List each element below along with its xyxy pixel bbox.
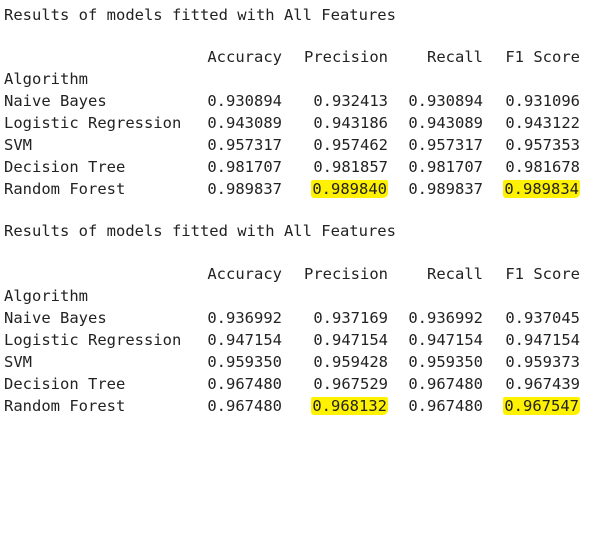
column-header: F1 Score bbox=[505, 48, 580, 66]
index-name: Algorithm bbox=[4, 70, 88, 88]
cell-value: 0.936992 bbox=[207, 309, 282, 327]
cell-value-highlighted: 0.989840 bbox=[290, 178, 388, 200]
row-label: Random Forest bbox=[4, 397, 126, 415]
cell-value: 0.967439 bbox=[505, 375, 580, 393]
column-header-row: Accuracy Precision Recall F1 Score bbox=[0, 263, 601, 285]
cell-value: 0.981678 bbox=[505, 158, 580, 176]
table-row: Random Forest 0.967480 0.968132 0.967480… bbox=[0, 395, 601, 417]
cell-value: 0.930894 bbox=[207, 92, 282, 110]
cell-value: 0.947154 bbox=[207, 331, 282, 349]
cell-value: 0.932413 bbox=[313, 92, 388, 110]
cell-value: 0.981707 bbox=[207, 158, 282, 176]
cell-value: 0.989837 bbox=[207, 180, 282, 198]
cell-value: 0.967529 bbox=[313, 375, 388, 393]
cell-value: 0.943186 bbox=[313, 114, 388, 132]
cell-value: 0.967480 bbox=[408, 397, 483, 415]
column-header: Accuracy bbox=[207, 48, 282, 66]
column-header: F1 Score bbox=[505, 265, 580, 283]
cell-value: 0.957317 bbox=[207, 136, 282, 154]
table-row: SVM 0.959350 0.959428 0.959350 0.959373 bbox=[0, 351, 601, 373]
cell-value: 0.989837 bbox=[408, 180, 483, 198]
cell-value: 0.957353 bbox=[505, 136, 580, 154]
column-header: Precision bbox=[304, 265, 388, 283]
highlight-marker: 0.989840 bbox=[311, 180, 388, 198]
highlight-marker: 0.967547 bbox=[503, 397, 580, 415]
table-row: Logistic Regression 0.947154 0.947154 0.… bbox=[0, 329, 601, 351]
cell-value: 0.957317 bbox=[408, 136, 483, 154]
row-label: SVM bbox=[4, 353, 32, 371]
row-label: Naive Bayes bbox=[4, 92, 107, 110]
cell-value-highlighted: 0.989834 bbox=[490, 178, 580, 200]
table-title: Results of models fitted with All Featur… bbox=[4, 222, 396, 240]
cell-value: 0.981707 bbox=[408, 158, 483, 176]
table-row: Decision Tree 0.967480 0.967529 0.967480… bbox=[0, 373, 601, 395]
row-label: Random Forest bbox=[4, 180, 126, 198]
cell-value: 0.930894 bbox=[408, 92, 483, 110]
cell-value: 0.936992 bbox=[408, 309, 483, 327]
cell-value: 0.947154 bbox=[408, 331, 483, 349]
highlight-marker: 0.989834 bbox=[503, 180, 580, 198]
cell-value-highlighted: 0.967547 bbox=[490, 395, 580, 417]
row-label: Logistic Regression bbox=[4, 331, 182, 349]
cell-value: 0.967480 bbox=[408, 375, 483, 393]
cell-value: 0.959350 bbox=[207, 353, 282, 371]
output-page: Results of models fitted with All Featur… bbox=[0, 0, 601, 421]
column-header: Recall bbox=[427, 48, 483, 66]
row-label: Decision Tree bbox=[4, 375, 126, 393]
table-row: Naive Bayes 0.936992 0.937169 0.936992 0… bbox=[0, 307, 601, 329]
cell-value: 0.931096 bbox=[505, 92, 580, 110]
cell-value: 0.981857 bbox=[313, 158, 388, 176]
cell-value: 0.959428 bbox=[313, 353, 388, 371]
table-row: Random Forest 0.989837 0.989840 0.989837… bbox=[0, 178, 601, 200]
cell-value: 0.943089 bbox=[408, 114, 483, 132]
cell-value: 0.943089 bbox=[207, 114, 282, 132]
cell-value: 0.967480 bbox=[207, 397, 282, 415]
table-row: SVM 0.957317 0.957462 0.957317 0.957353 bbox=[0, 134, 601, 156]
table-row: Naive Bayes 0.930894 0.932413 0.930894 0… bbox=[0, 90, 601, 112]
table-row: Decision Tree 0.981707 0.981857 0.981707… bbox=[0, 156, 601, 178]
cell-value: 0.937169 bbox=[313, 309, 388, 327]
column-header-row: Accuracy Precision Recall F1 Score bbox=[0, 46, 601, 68]
cell-value: 0.959350 bbox=[408, 353, 483, 371]
index-name: Algorithm bbox=[4, 287, 88, 305]
column-header: Precision bbox=[304, 48, 388, 66]
row-label: SVM bbox=[4, 136, 32, 154]
row-label: Logistic Regression bbox=[4, 114, 182, 132]
cell-value: 0.943122 bbox=[505, 114, 580, 132]
cell-value: 0.967480 bbox=[207, 375, 282, 393]
highlight-marker: 0.968132 bbox=[311, 397, 388, 415]
row-label: Naive Bayes bbox=[4, 309, 107, 327]
cell-value: 0.959373 bbox=[505, 353, 580, 371]
cell-value: 0.937045 bbox=[505, 309, 580, 327]
cell-value-highlighted: 0.968132 bbox=[290, 395, 388, 417]
cell-value: 0.947154 bbox=[313, 331, 388, 349]
row-label: Decision Tree bbox=[4, 158, 126, 176]
table-title: Results of models fitted with All Featur… bbox=[4, 6, 396, 24]
table-row: Logistic Regression 0.943089 0.943186 0.… bbox=[0, 112, 601, 134]
cell-value: 0.957462 bbox=[313, 136, 388, 154]
column-header: Accuracy bbox=[207, 265, 282, 283]
column-header: Recall bbox=[427, 265, 483, 283]
cell-value: 0.947154 bbox=[505, 331, 580, 349]
